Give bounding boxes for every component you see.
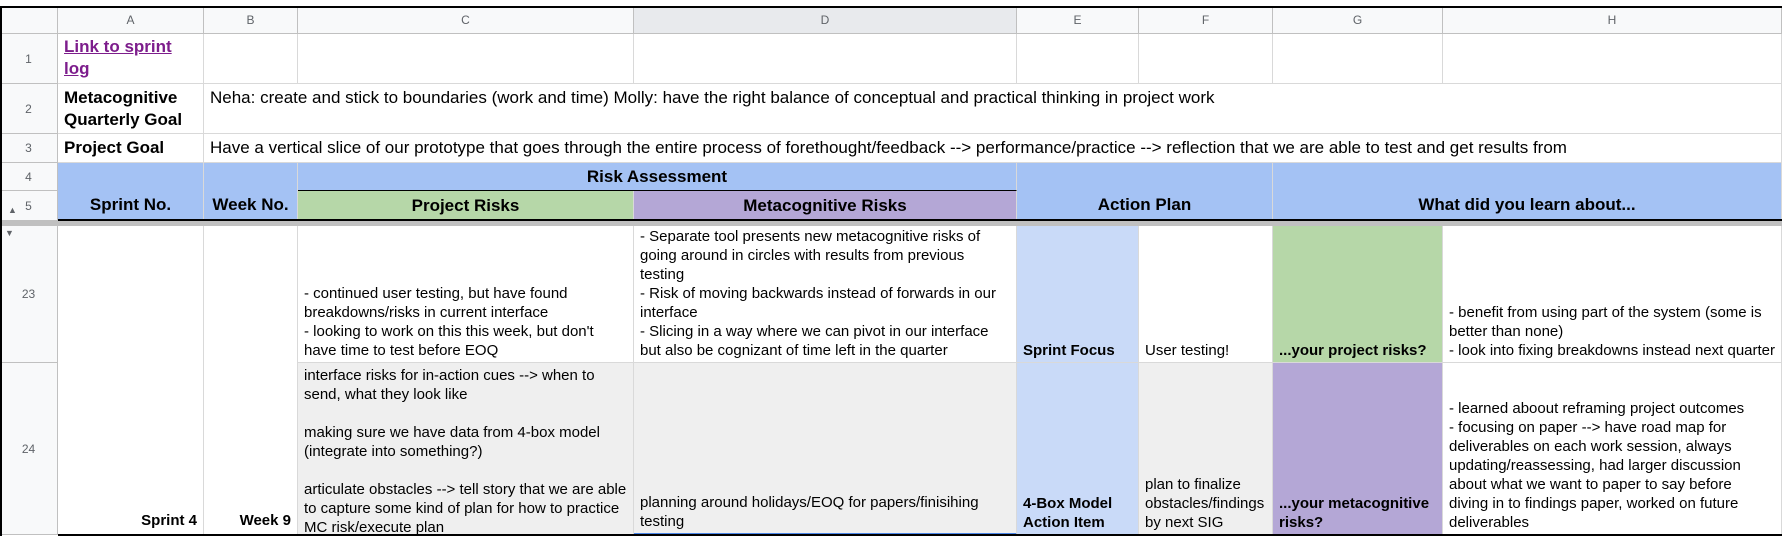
column-header-a[interactable]: A [58, 7, 204, 34]
column-header-f[interactable]: F [1139, 7, 1273, 34]
row24-metacognitive-risks-text: planning around holidays/EOQ for papers/… [640, 494, 979, 530]
cell-c1[interactable] [298, 34, 634, 84]
row23-learn-value[interactable]: - benefit from using part of the system … [1443, 226, 1782, 363]
four-box-action-label: 4-Box Model Action Item [1023, 495, 1113, 531]
row24-action-value[interactable]: plan to finalize obstacles/findings by n… [1139, 363, 1273, 535]
row23-metacognitive-risks[interactable]: - Separate tool presents new metacogniti… [634, 226, 1017, 363]
cell-h1[interactable] [1443, 34, 1782, 84]
header-what-learned[interactable]: What did you learn about... [1273, 163, 1782, 221]
row-header-23[interactable]: 23 [0, 226, 58, 363]
row24-project-risks[interactable]: interface risks for in-action cues --> w… [298, 363, 634, 535]
sprint-log-link[interactable]: Link to sprint log [58, 34, 203, 82]
column-header-g[interactable]: G [1273, 7, 1443, 34]
row-header-1[interactable]: 1 [0, 34, 58, 84]
row-header-2[interactable]: 2 [0, 84, 58, 134]
sprint-value: Sprint 4 [141, 512, 197, 529]
metacognitive-goal-text[interactable]: Neha: create and stick to boundaries (wo… [204, 84, 1782, 134]
row-header-24[interactable]: 24 [0, 363, 58, 535]
column-header-b[interactable]: B [204, 7, 298, 34]
cell-b1[interactable] [204, 34, 298, 84]
row24-action-label[interactable]: 4-Box Model Action Item [1017, 363, 1139, 535]
row24-learn-value[interactable]: - learned aboout reframing project outco… [1443, 363, 1782, 535]
column-header-d[interactable]: D [634, 7, 1017, 34]
cell-g1[interactable] [1273, 34, 1443, 84]
metacognitive-goal-label[interactable]: Metacognitive Quarterly Goal [58, 84, 204, 134]
header-week-no-label: Week No. [212, 195, 289, 214]
sprint-focus-value: User testing! [1145, 342, 1230, 359]
header-metacognitive-risks[interactable]: Metacognitive Risks [634, 191, 1017, 221]
row-collapse-icon[interactable]: ▼ [5, 228, 14, 238]
row-header-4[interactable]: 4 [0, 163, 58, 191]
spreadsheet-grid: A B C D E F G H 1 2 3 4 5 23 24 ▲ ▼ Link… [0, 0, 1782, 548]
metacognitive-risks-learn-label: ...your metacognitive risks? [1279, 495, 1430, 531]
row23-learn-label[interactable]: ...your project risks? [1273, 226, 1443, 363]
header-action-plan[interactable]: Action Plan [1017, 163, 1273, 221]
metacognitive-risks-learn-value: - learned aboout reframing project outco… [1449, 400, 1745, 531]
sprint-focus-label: Sprint Focus [1023, 342, 1115, 359]
header-sprint-no[interactable]: Sprint No. [58, 163, 204, 221]
row24-metacognitive-risks[interactable]: planning around holidays/EOQ for papers/… [634, 363, 1017, 535]
header-project-risks[interactable]: Project Risks [298, 191, 634, 221]
four-box-action-value: plan to finalize obstacles/findings by n… [1145, 476, 1265, 531]
cell-f1[interactable] [1139, 34, 1273, 84]
project-risks-learn-value: - benefit from using part of the system … [1449, 304, 1776, 359]
header-bottom-border [58, 219, 1782, 221]
header-action-plan-label: Action Plan [1097, 195, 1192, 214]
row23-project-risks-text: - continued user testing, but have found… [304, 285, 594, 359]
row23-action-label[interactable]: Sprint Focus [1017, 226, 1139, 363]
header-sprint-no-label: Sprint No. [89, 195, 172, 214]
row24-learn-label[interactable]: ...your metacognitive risks? [1273, 363, 1443, 535]
column-header-e[interactable]: E [1017, 7, 1139, 34]
sprint-cell[interactable]: Sprint 4 [58, 226, 204, 535]
row23-project-risks[interactable]: - continued user testing, but have found… [298, 226, 634, 363]
header-risk-assessment[interactable]: Risk Assessment [298, 163, 1017, 191]
row23-action-value[interactable]: User testing! [1139, 226, 1273, 363]
row-expand-icon[interactable]: ▲ [8, 205, 17, 215]
project-goal-text[interactable]: Have a vertical slice of our prototype t… [204, 134, 1782, 163]
column-header-c[interactable]: C [298, 7, 634, 34]
cell-d1[interactable] [634, 34, 1017, 84]
header-what-learned-label: What did you learn about... [1418, 195, 1636, 214]
cell-a1[interactable]: Link to sprint log [58, 34, 204, 84]
column-header-h[interactable]: H [1443, 7, 1782, 34]
header-week-no[interactable]: Week No. [204, 163, 298, 221]
row23-metacognitive-risks-text: - Separate tool presents new metacogniti… [640, 228, 996, 359]
cell-e1[interactable] [1017, 34, 1139, 84]
week-cell[interactable]: Week 9 [204, 226, 298, 535]
sheet-footer-space [0, 536, 1782, 548]
project-risks-learn-label: ...your project risks? [1279, 342, 1427, 359]
row-header-3[interactable]: 3 [0, 134, 58, 163]
select-all-corner[interactable] [0, 7, 58, 34]
week-value: Week 9 [239, 512, 291, 529]
project-goal-label[interactable]: Project Goal [58, 134, 204, 163]
